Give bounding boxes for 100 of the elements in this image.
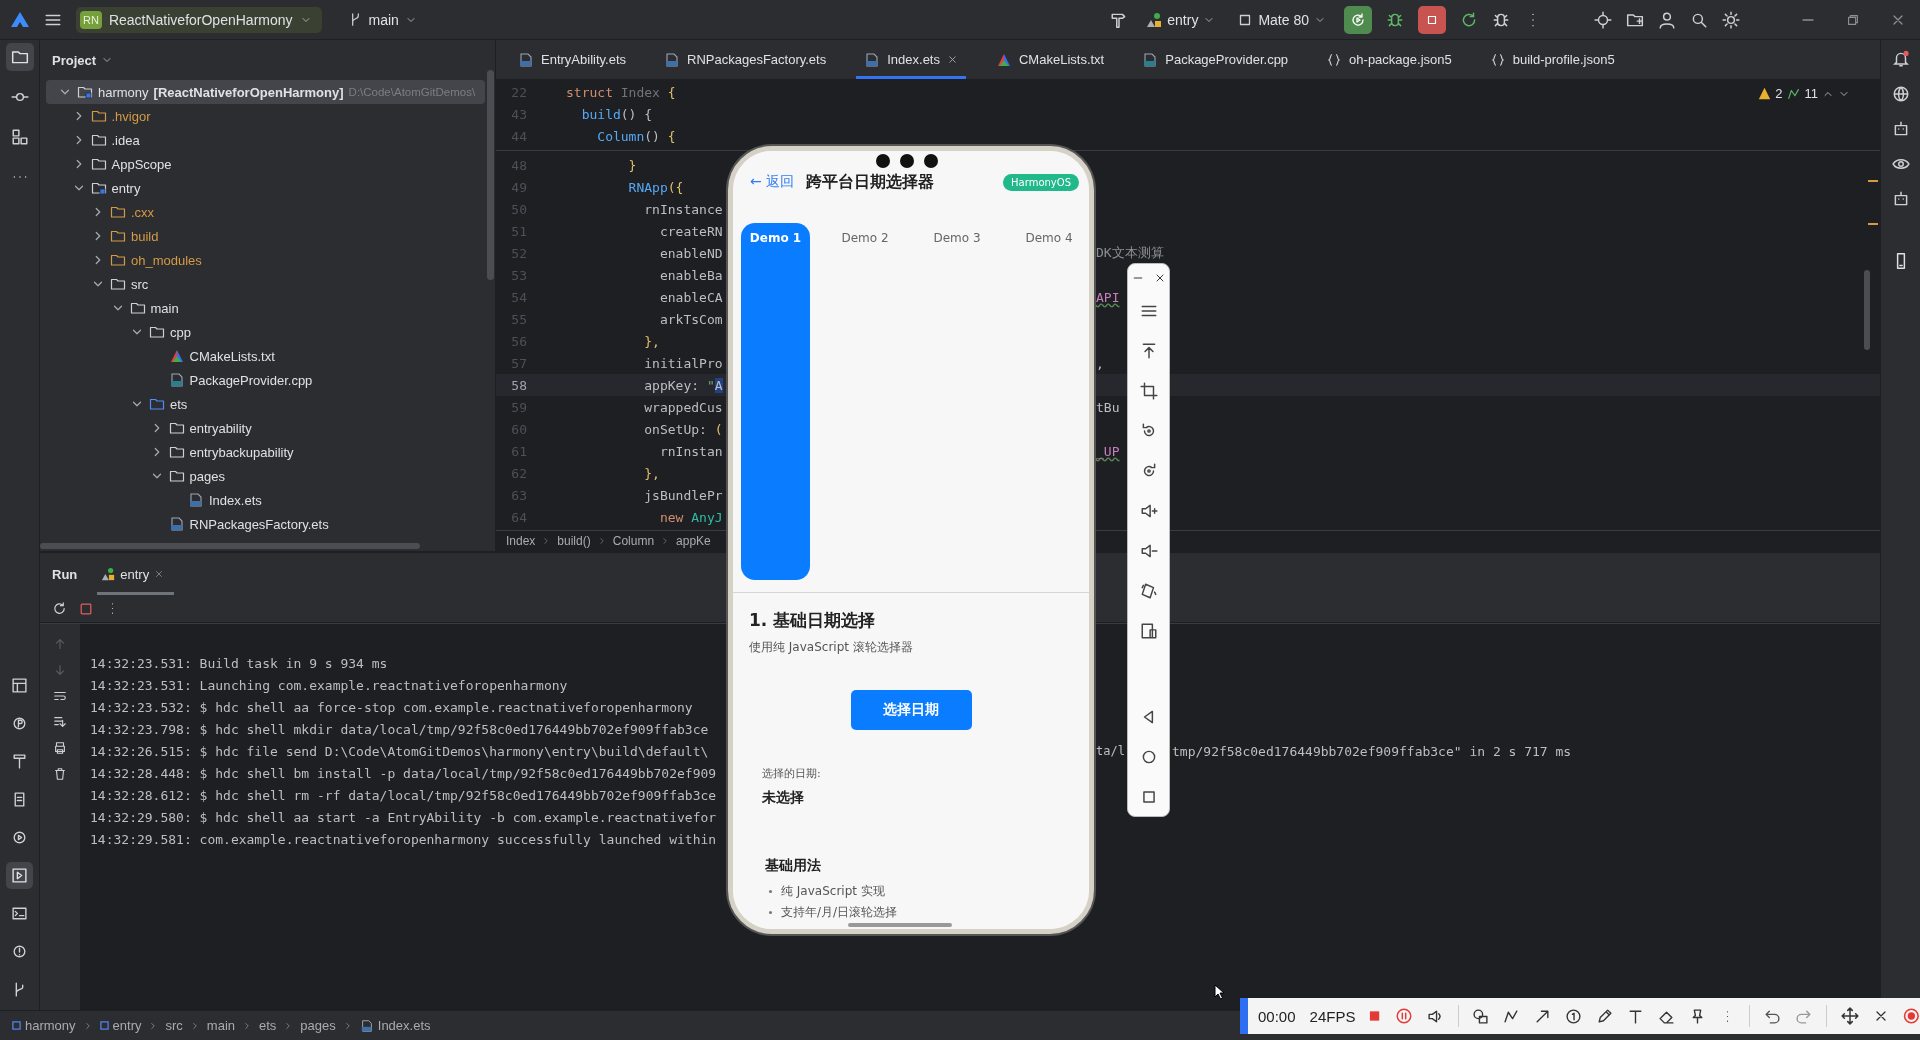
breadcrumb-item[interactable]: build()	[557, 534, 591, 548]
tree-item[interactable]: RNPackagesFactory.ets	[40, 512, 485, 536]
profiler-icon[interactable]	[11, 715, 28, 732]
rerun-icon[interactable]	[52, 601, 67, 616]
branch-selector[interactable]: main	[347, 11, 417, 28]
volume-down-icon[interactable]	[1139, 542, 1158, 560]
platform-badge: HarmonyOS	[1003, 173, 1079, 191]
undo-icon[interactable]	[1764, 1007, 1782, 1025]
run-button[interactable]	[1344, 5, 1372, 34]
build-icon[interactable]	[11, 753, 28, 770]
run-tool-button[interactable]	[6, 862, 33, 889]
breadcrumb-item[interactable]: src	[165, 1018, 183, 1033]
panel-title[interactable]: Project	[52, 52, 97, 68]
volume-icon[interactable]	[1426, 1007, 1444, 1025]
tree-item[interactable]: CMakeLists.txt	[40, 344, 485, 368]
breadcrumb-item[interactable]: pages	[300, 1018, 336, 1033]
tree-item[interactable]: src	[40, 272, 485, 296]
shake-icon[interactable]	[1139, 582, 1158, 600]
screens-icon[interactable]	[1139, 622, 1158, 640]
notifications-icon[interactable]	[1891, 50, 1910, 68]
stop-icon[interactable]	[1369, 1010, 1381, 1022]
move-icon[interactable]	[1841, 1007, 1860, 1025]
number-icon[interactable]	[1565, 1007, 1583, 1025]
tree-item[interactable]: oh_modules	[40, 248, 485, 272]
editor-tab[interactable]: oh-package.json5	[1318, 40, 1460, 79]
tree-item[interactable]: harmony [ReactNativeforOpenHarmony] D:\Code\AtomGitDemos\	[46, 80, 485, 104]
tree-item[interactable]: AppScope	[40, 152, 485, 176]
tree-item[interactable]: main	[40, 296, 485, 320]
terminal-icon[interactable]	[11, 905, 28, 922]
editor-tab[interactable]: RNPackagesFactory.ets	[656, 40, 835, 79]
scrollbar[interactable]	[1864, 270, 1870, 350]
pick-date-button[interactable]: 选择日期	[850, 690, 972, 730]
restore-icon[interactable]	[1846, 12, 1860, 27]
breadcrumb-item[interactable]: ets	[259, 1018, 277, 1033]
demo-tab[interactable]: Demo 4	[1003, 223, 1089, 245]
crop-icon[interactable]	[1139, 382, 1158, 400]
demo-tab[interactable]: Demo 3	[911, 223, 1003, 245]
breadcrumb-item[interactable]: harmony	[12, 1018, 76, 1033]
stop-icon[interactable]	[79, 601, 93, 616]
stop-button[interactable]	[1418, 5, 1446, 34]
project-selector[interactable]: RN ReactNativeforOpenHarmony	[76, 6, 322, 33]
warning-count[interactable]: 2	[1775, 86, 1783, 101]
check-count[interactable]: 11	[1804, 86, 1818, 101]
globe-icon[interactable]	[1891, 85, 1910, 103]
section-subtitle: 使用纯 JavaScript 滚轮选择器	[749, 639, 914, 656]
scrollbar[interactable]	[487, 70, 494, 280]
target-icon[interactable]	[1594, 10, 1612, 29]
soft-wrap-icon[interactable]	[53, 689, 67, 703]
tree-item[interactable]: entrybackupability	[40, 440, 485, 464]
structure-icon[interactable]	[10, 128, 29, 146]
editor-tab[interactable]: Index.ets	[856, 40, 966, 79]
breadcrumb-item[interactable]: main	[206, 1018, 235, 1033]
device-selector[interactable]: Mate 80	[1237, 11, 1326, 28]
back-link[interactable]: ← 返回	[750, 173, 795, 191]
tree-item[interactable]: .idea	[40, 128, 485, 152]
run-tab[interactable]: entry	[97, 553, 175, 595]
project-tool-button[interactable]	[5, 43, 34, 71]
trash-icon[interactable]	[53, 767, 67, 781]
arrow-icon[interactable]	[1534, 1007, 1552, 1025]
editor-tab[interactable]: EntryAbility.ets	[510, 40, 634, 79]
tree-item[interactable]: pages	[40, 464, 485, 488]
breadcrumb-item[interactable]: Column	[612, 534, 655, 548]
person-icon[interactable]	[1658, 10, 1676, 29]
settings-icon[interactable]	[1722, 10, 1740, 29]
editor-tab[interactable]: build-profile.json5	[1481, 40, 1623, 79]
scrollbar[interactable]	[40, 543, 420, 549]
redo-icon[interactable]	[1795, 1007, 1813, 1025]
record-icon[interactable]	[1903, 1007, 1920, 1025]
play-icon[interactable]	[11, 829, 28, 846]
tree-item[interactable]: PackageProvider.cpp	[40, 368, 485, 392]
demo-tab[interactable]: Demo 1	[741, 223, 810, 580]
pen-icon[interactable]	[1596, 1007, 1614, 1025]
shapes-icon[interactable]	[1472, 1007, 1490, 1025]
problems-icon[interactable]	[11, 943, 28, 960]
breadcrumb-item[interactable]: appKe	[676, 534, 711, 548]
close-icon[interactable]	[947, 54, 958, 65]
tree-item[interactable]: .hvigor	[40, 104, 485, 128]
table-icon[interactable]	[11, 677, 28, 694]
tree-item[interactable]: entryability	[40, 416, 485, 440]
app-logo-icon[interactable]	[10, 10, 30, 29]
scroll-to-end-icon[interactable]	[53, 715, 67, 729]
run-config-selector[interactable]: entry	[1146, 11, 1216, 28]
shapes-icon	[101, 567, 116, 581]
tree-item[interactable]: .cxx	[40, 200, 485, 224]
breadcrumb-item[interactable]: Index	[506, 534, 536, 548]
tree-item[interactable]: entry	[40, 176, 485, 200]
breadcrumb-item[interactable]: Index.ets	[359, 1018, 431, 1033]
breadcrumb-item[interactable]: entry	[99, 1018, 142, 1033]
demo-tab[interactable]: Demo 2	[819, 223, 911, 245]
pause-icon[interactable]	[1394, 1007, 1413, 1025]
tree-item[interactable]: cpp	[40, 320, 485, 344]
tree-item[interactable]: Index.ets	[40, 488, 485, 512]
editor-tab[interactable]: PackageProvider.cpp	[1134, 40, 1297, 79]
refresh-icon[interactable]	[1460, 10, 1478, 29]
tree-item[interactable]: build	[40, 224, 485, 248]
editor-tab[interactable]: CMakeLists.txt	[988, 40, 1113, 79]
module-qualifier: [ReactNativeforOpenHarmony]	[153, 84, 344, 100]
print-icon[interactable]	[53, 741, 67, 755]
volume-up-icon[interactable]	[1139, 502, 1158, 520]
tree-item[interactable]: ets	[40, 392, 485, 416]
